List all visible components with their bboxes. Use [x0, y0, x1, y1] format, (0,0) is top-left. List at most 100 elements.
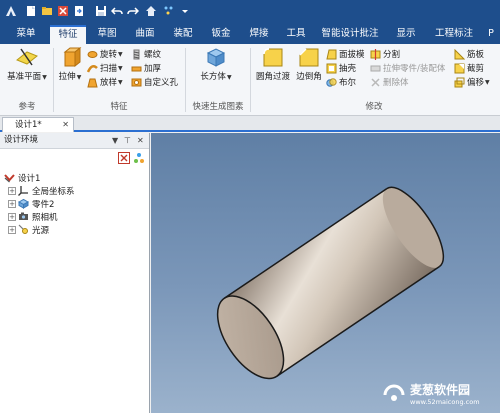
offset-label: 偏移 [467, 78, 485, 88]
datum-plane-button[interactable]: 基准平面▼ [4, 46, 50, 82]
delete-body-button[interactable]: 删除体 [370, 76, 409, 88]
expand-icon[interactable]: + [8, 199, 16, 208]
face-draft-button[interactable]: 面拔模 [326, 48, 365, 60]
offset-icon [454, 77, 465, 87]
ribbon-panel: 基准平面▼ 参考 拉伸▼ 旋转 ▼ 扫描 ▼ 放样 ▼ 螺纹 加厚 自定义孔 特征 [0, 44, 500, 116]
expand-icon[interactable]: + [8, 225, 16, 234]
loft-button[interactable]: 放样 ▼ [87, 76, 123, 88]
revolve-button[interactable]: 旋转 ▼ [87, 48, 123, 60]
tree-label-camera: 照相机 [32, 212, 58, 223]
panel-menu-icon[interactable]: ▼ [112, 133, 118, 148]
document-tab[interactable]: 设计1* ✕ [2, 117, 74, 132]
thread-button[interactable]: 螺纹 [131, 48, 161, 60]
design-environment-panel: 设计环境 ▼ ⊤ ✕ 设计1 + 全局坐标系 + 零件2 + 照相机 + 光源 [0, 133, 150, 413]
tree-item-design[interactable]: 设计1 [4, 171, 40, 184]
delete-body-label: 删除体 [383, 78, 409, 88]
loft-icon [87, 78, 98, 87]
tree-item-global-axis[interactable]: + 全局坐标系 [8, 184, 75, 197]
chamfer-icon [297, 46, 321, 68]
datum-plane-label: 基准平面 [7, 72, 42, 82]
filter-tree-icon[interactable] [133, 152, 145, 164]
split-button[interactable]: 分割 [370, 48, 400, 60]
sweep-button[interactable]: 扫描 ▼ [87, 62, 123, 74]
box-primitive-button[interactable]: 长方体▼ [196, 46, 236, 82]
thicken-label: 加厚 [144, 64, 162, 74]
stretch-part-button[interactable]: 拉伸零件/装配体 [370, 62, 445, 74]
boolean-label: 布尔 [339, 78, 357, 88]
tab-assembly[interactable]: 装配 [166, 25, 200, 44]
new-file-icon[interactable] [24, 4, 38, 18]
panel-title: 设计环境 [4, 135, 39, 145]
close-document-icon[interactable]: ✕ [62, 118, 69, 132]
tree-item-camera[interactable]: + 照相机 [8, 210, 58, 223]
fillet-button[interactable]: 圆角过渡 [254, 46, 292, 82]
tree-item-light[interactable]: + 光源 [8, 223, 49, 236]
redo-icon[interactable] [126, 4, 140, 18]
datum-plane-icon [15, 46, 39, 68]
light-icon [18, 224, 28, 234]
cut-icon [454, 63, 465, 73]
3d-viewport[interactable]: 麦葱软件园 www.52maicong.com [151, 133, 500, 413]
face-draft-icon [326, 49, 337, 59]
loft-label: 放样 [100, 78, 118, 88]
app-logo-icon[interactable] [4, 4, 18, 18]
fillet-icon [261, 46, 285, 68]
ribbon-tab-bar: 菜单 特征 草图 曲面 装配 钣金 焊接 工具 智能设计批注 显示 工程标注 P [0, 24, 500, 44]
tab-tools[interactable]: 工具 [280, 25, 312, 44]
tab-surface[interactable]: 曲面 [128, 25, 162, 44]
cylinder-model[interactable] [151, 133, 500, 413]
rib-button[interactable]: 筋板 [454, 48, 484, 60]
tab-sheet-metal[interactable]: 钣金 [204, 25, 238, 44]
stretch-part-icon [370, 65, 381, 71]
tree-item-part[interactable]: + 零件2 [8, 197, 54, 210]
fillet-label: 圆角过渡 [255, 72, 290, 82]
tab-smart-design-annotation[interactable]: 智能设计批注 [316, 25, 384, 44]
rib-label: 筋板 [467, 50, 485, 60]
split-icon [370, 48, 381, 60]
delete-body-icon [371, 77, 380, 87]
group-separator [250, 48, 251, 112]
expand-icon[interactable]: + [8, 212, 16, 221]
tab-display[interactable]: 显示 [390, 25, 422, 44]
tab-engineering-annotation[interactable]: 工程标注 [428, 25, 480, 44]
tab-menu[interactable]: 菜单 [6, 25, 46, 44]
sweep-icon [87, 64, 98, 73]
panel-close-icon[interactable]: ✕ [137, 133, 144, 148]
panel-header: 设计环境 ▼ ⊤ ✕ [0, 133, 149, 149]
chamfer-label: 边倒角 [296, 72, 322, 82]
undo-icon[interactable] [110, 4, 124, 18]
custom-hole-button[interactable]: 自定义孔 [131, 76, 178, 88]
save-icon[interactable] [94, 4, 108, 18]
panel-pin-icon[interactable]: ⊤ [124, 133, 131, 148]
tab-weld[interactable]: 焊接 [242, 25, 276, 44]
split-label: 分割 [383, 50, 401, 60]
camera-icon [19, 212, 28, 220]
tab-feature[interactable]: 特征 [50, 25, 86, 44]
face-draft-label: 面拔模 [339, 50, 365, 60]
offset-button[interactable]: 偏移 ▼ [454, 76, 490, 88]
home-view-icon[interactable] [144, 4, 158, 18]
watermark-url: www.52maicong.com [410, 398, 480, 406]
panel-toolbar [0, 149, 149, 167]
chamfer-button[interactable]: 边倒角 [294, 46, 324, 82]
boolean-button[interactable]: 布尔 [326, 76, 356, 88]
quick-access-menu-icon[interactable] [178, 4, 192, 18]
extrude-button[interactable]: 拉伸▼ [57, 46, 83, 82]
group-separator [53, 48, 54, 112]
select-filter-icon[interactable] [162, 4, 176, 18]
tab-sketch[interactable]: 草图 [90, 25, 124, 44]
group-label-reference: 参考 [18, 102, 36, 112]
import-icon[interactable] [72, 4, 86, 18]
group-label-modify: 修改 [365, 102, 383, 112]
cut-button[interactable]: 截剪 [454, 62, 484, 74]
tree-label-part: 零件2 [32, 199, 55, 210]
open-file-icon[interactable] [40, 4, 54, 18]
shell-button[interactable]: 抽壳 [326, 62, 356, 74]
expand-icon[interactable]: + [8, 186, 16, 195]
document-tab-title: 设计1* [15, 120, 42, 130]
revolve-icon [87, 50, 98, 58]
close-file-icon[interactable] [56, 4, 70, 18]
thicken-button[interactable]: 加厚 [131, 62, 161, 74]
tab-overflow[interactable]: P [484, 25, 498, 44]
filter-delete-icon[interactable] [118, 152, 130, 164]
